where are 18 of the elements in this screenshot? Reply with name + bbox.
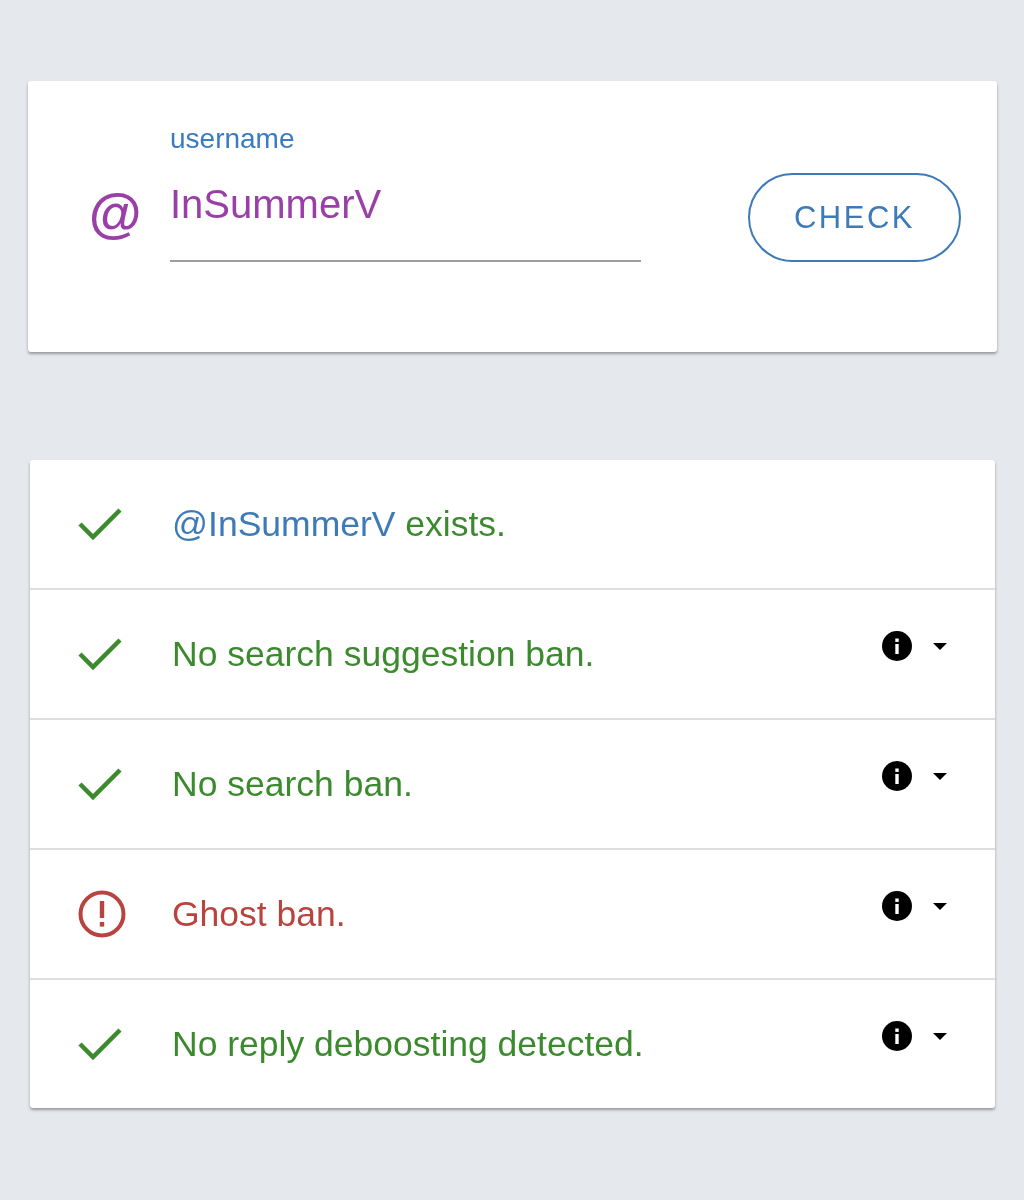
info-icon[interactable] xyxy=(882,631,912,661)
check-button[interactable]: CHECK xyxy=(748,173,961,262)
result-text: @InSummerV exists. xyxy=(172,504,506,544)
at-prefix: @ xyxy=(88,183,142,243)
result-text: No search suggestion ban. xyxy=(172,634,595,674)
caret-icon[interactable] xyxy=(933,772,947,780)
result-text: Ghost ban. xyxy=(172,894,346,934)
info-icon[interactable] xyxy=(882,891,912,921)
caret-icon[interactable] xyxy=(933,642,947,650)
field-label: username xyxy=(170,125,295,153)
result-text: No search ban. xyxy=(172,764,413,804)
info-icon[interactable] xyxy=(882,1021,912,1051)
field-value: InSummerV xyxy=(170,181,382,227)
username-field[interactable]: username InSummerV xyxy=(170,125,641,262)
info-icon[interactable] xyxy=(882,761,912,791)
caret-icon[interactable] xyxy=(933,1032,947,1040)
result-text: No reply deboosting detected. xyxy=(172,1024,644,1064)
caret-icon[interactable] xyxy=(933,902,947,910)
